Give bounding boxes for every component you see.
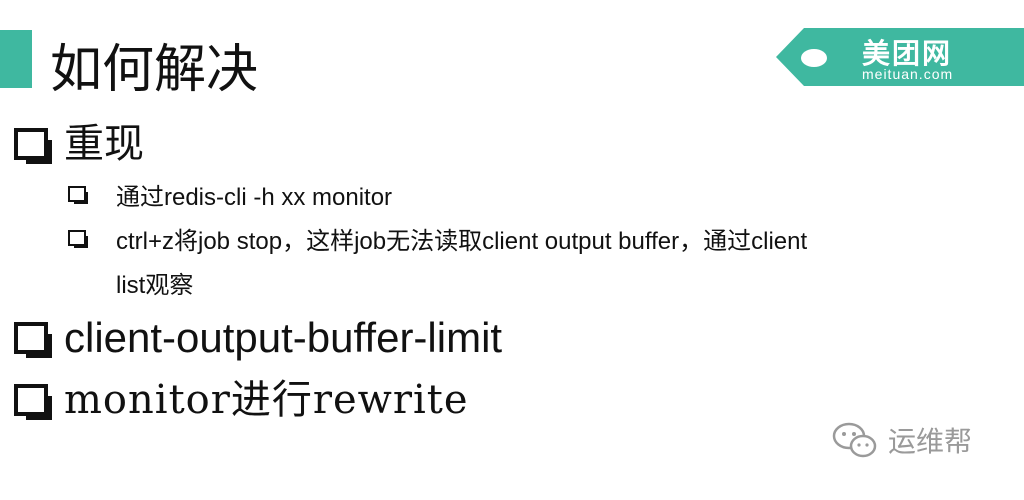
meituan-logo: 美团网 meituan.com xyxy=(776,28,1024,86)
sub-bullet-item: ctrl+z将job stop，这样job无法读取client output b… xyxy=(68,220,816,308)
checkbox-bullet-icon xyxy=(14,322,52,358)
logo-subtext: meituan.com xyxy=(862,66,954,82)
sub-bullet-text: ctrl+z将job stop，这样job无法读取client output b… xyxy=(116,228,808,299)
slide-title: 如何解决 xyxy=(50,40,259,100)
wechat-icon xyxy=(832,422,877,458)
bullet-item: client-output-buffer-limit xyxy=(14,308,502,368)
checkbox-bullet-icon xyxy=(14,384,52,420)
checkbox-bullet-icon xyxy=(68,186,88,204)
sub-bullet-text: 通过redis-cli -h xx monitor xyxy=(116,184,393,211)
sub-bullet-item: 通过redis-cli -h xx monitor xyxy=(68,176,816,220)
bullet-item: monitor进行rewrite xyxy=(14,370,469,430)
bullet-text: client-output-buffer-limit xyxy=(64,314,503,361)
bullet-text: monitor进行rewrite xyxy=(64,377,469,423)
watermark-text: 运维帮 xyxy=(888,425,973,458)
checkbox-bullet-icon xyxy=(14,128,52,164)
bullet-item: 重现 xyxy=(14,114,144,174)
bullet-text: 重现 xyxy=(64,121,144,167)
accent-bar xyxy=(0,30,32,88)
checkbox-bullet-icon xyxy=(68,230,88,248)
watermark: 运维帮 xyxy=(832,420,972,460)
